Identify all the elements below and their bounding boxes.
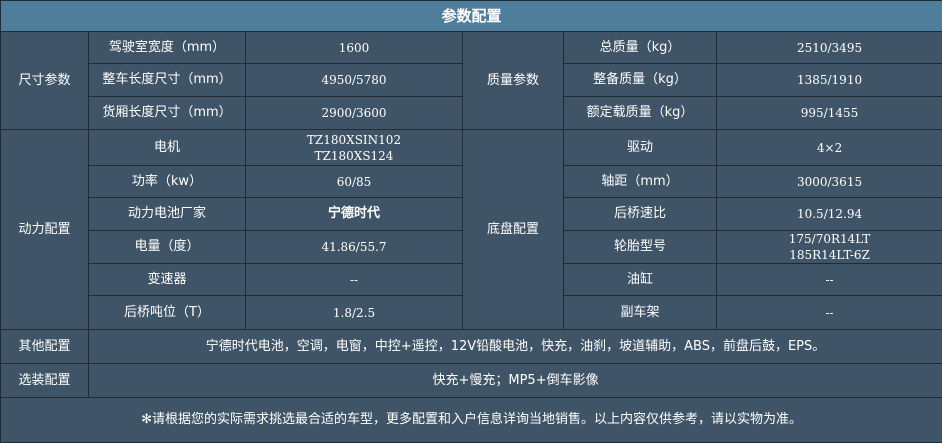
row-value: -- xyxy=(717,264,942,296)
group-label-mass: 质量参数 xyxy=(463,32,564,130)
row-value: -- xyxy=(246,264,463,296)
row-label: 后桥速比 xyxy=(564,198,717,231)
row-label: 电机 xyxy=(89,130,246,166)
row-value: 1.8/2.5 xyxy=(246,296,463,330)
row-label: 轮胎型号 xyxy=(564,231,717,264)
row-label: 变速器 xyxy=(89,264,246,296)
group-label-size: 尺寸参数 xyxy=(1,32,89,130)
row-value: 2510/3495 xyxy=(717,32,942,64)
value-line: TZ180XSIN102 xyxy=(246,132,462,148)
row-label: 后桥吨位（T） xyxy=(89,296,246,330)
optional-config-value: 快充+慢充；MP5+倒车影像 xyxy=(89,364,942,398)
row-value: 41.86/55.7 xyxy=(246,231,463,264)
value-line: 185R14LT-6Z xyxy=(717,247,942,263)
table-row: 尺寸参数 驾驶室宽度（mm） 1600 质量参数 总质量（kg） 2510/34… xyxy=(1,32,942,64)
row-value: 4×2 xyxy=(717,130,942,166)
row-value: 2900/3600 xyxy=(246,97,463,130)
row-value: 10.5/12.94 xyxy=(717,198,942,231)
row-label: 油缸 xyxy=(564,264,717,296)
row-value: 4950/5780 xyxy=(246,64,463,97)
row-label: 驱动 xyxy=(564,130,717,166)
row-label: 总质量（kg） xyxy=(564,32,717,64)
row-value: 1385/1910 xyxy=(717,64,942,97)
spec-table: 参数配置 尺寸参数 驾驶室宽度（mm） 1600 质量参数 总质量（kg） 25… xyxy=(0,0,942,443)
table-row: 动力配置 电机 TZ180XSIN102 TZ180XS124 底盘配置 驱动 … xyxy=(1,130,942,166)
row-value: TZ180XSIN102 TZ180XS124 xyxy=(246,130,463,166)
footnote: ✻请根据您的实际需求挑选最合适的车型，更多配置和入户信息详询当地销售。以上内容仅… xyxy=(1,398,942,443)
group-label-power: 动力配置 xyxy=(1,130,89,330)
row-label: 整车长度尺寸（mm） xyxy=(89,64,246,97)
row-value: 175/70R14LT 185R14LT-6Z xyxy=(717,231,942,264)
row-label: 额定载质量（kg） xyxy=(564,97,717,130)
table-row: 其他配置 宁德时代电池，空调，电窗，中控+遥控，12V铅酸电池，快充，油刹，坡道… xyxy=(1,330,942,364)
other-config-value: 宁德时代电池，空调，电窗，中控+遥控，12V铅酸电池，快充，油刹，坡道辅助，AB… xyxy=(89,330,942,364)
table-row: 选装配置 快充+慢充；MP5+倒车影像 xyxy=(1,364,942,398)
page-title: 参数配置 xyxy=(1,1,942,32)
row-value: 60/85 xyxy=(246,166,463,198)
row-label: 驾驶室宽度（mm） xyxy=(89,32,246,64)
row-label: 整备质量（kg） xyxy=(564,64,717,97)
value-line: TZ180XS124 xyxy=(246,148,462,164)
optional-config-label: 选装配置 xyxy=(1,364,89,398)
row-label: 轴距（mm） xyxy=(564,166,717,198)
row-label: 功率（kw） xyxy=(89,166,246,198)
title-row: 参数配置 xyxy=(1,1,942,32)
footer-row: ✻请根据您的实际需求挑选最合适的车型，更多配置和入户信息详询当地销售。以上内容仅… xyxy=(1,398,942,443)
row-label: 货厢长度尺寸（mm） xyxy=(89,97,246,130)
row-value: -- xyxy=(717,296,942,330)
row-value: 995/1455 xyxy=(717,97,942,130)
value-line: 175/70R14LT xyxy=(717,231,942,247)
row-value: 1600 xyxy=(246,32,463,64)
other-config-label: 其他配置 xyxy=(1,330,89,364)
row-value: 3000/3615 xyxy=(717,166,942,198)
row-value: 宁德时代 xyxy=(246,198,463,231)
group-label-chassis: 底盘配置 xyxy=(463,130,564,330)
row-label: 动力电池厂家 xyxy=(89,198,246,231)
row-label: 副车架 xyxy=(564,296,717,330)
row-label: 电量（度） xyxy=(89,231,246,264)
